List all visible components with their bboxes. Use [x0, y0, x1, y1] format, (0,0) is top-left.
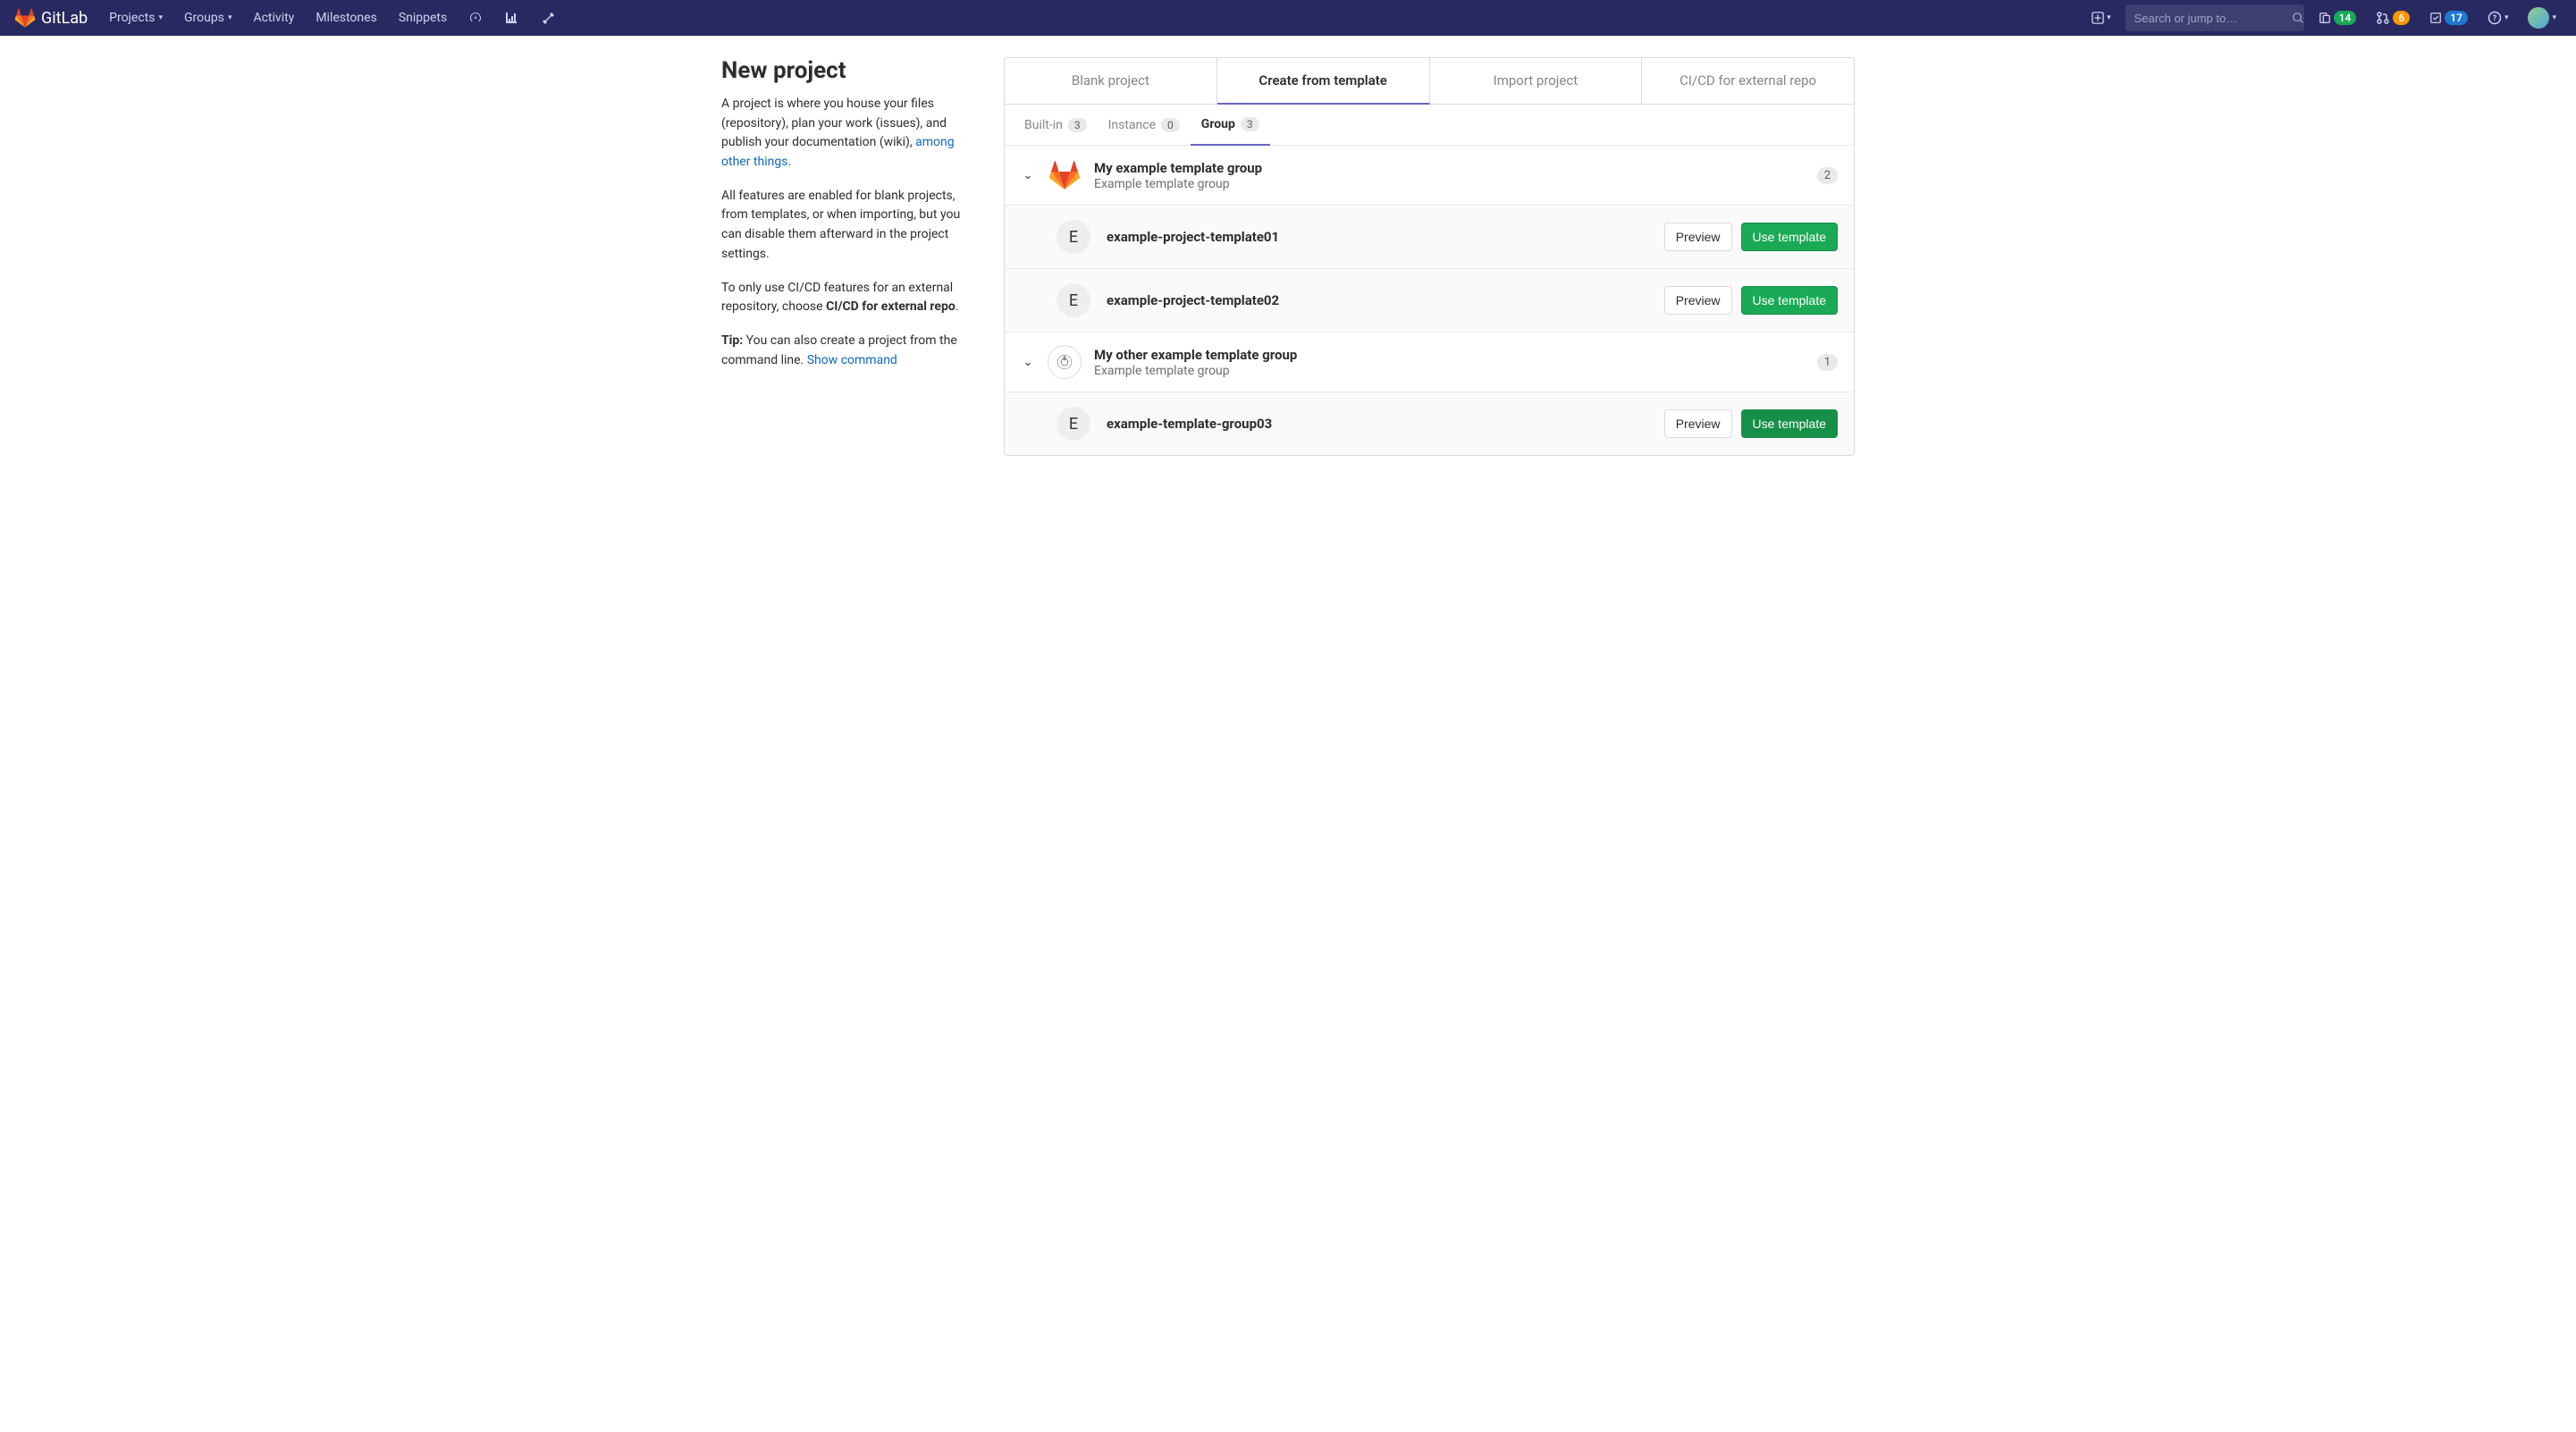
desc-paragraph-2: All features are enabled for blank proje… [721, 187, 981, 265]
subtab-group-count: 3 [1241, 117, 1259, 131]
chevron-down-icon[interactable]: ⌄ [1021, 356, 1035, 369]
nav-snippets-label: Snippets [399, 11, 447, 25]
template-name: example-project-template01 [1107, 229, 1648, 245]
template-actions: Preview Use template [1664, 286, 1838, 315]
search-box[interactable] [2126, 4, 2304, 31]
template-avatar: E [1056, 407, 1090, 441]
group-header[interactable]: ⌄ My other example template groupExample … [1005, 333, 1854, 392]
group-count: 1 [1817, 354, 1838, 371]
desc-paragraph-3: To only use CI/CD features for an extern… [721, 279, 981, 317]
subtab-instance-count: 0 [1161, 118, 1180, 132]
tip-strong: Tip: [721, 333, 743, 348]
search-icon [2292, 12, 2304, 24]
group-title: My example template group [1094, 160, 1805, 176]
nav-snippets[interactable]: Snippets [390, 5, 456, 30]
group-subtitle: Example template group [1094, 177, 1805, 191]
group-header[interactable]: ⌄ My example template groupExample templa… [1005, 146, 1854, 206]
main-panel: Blank project Create from template Impor… [1004, 57, 1855, 456]
sidebar-description: New project A project is where you house… [721, 57, 981, 456]
nav-groups[interactable]: Groups ▾ [175, 5, 240, 30]
nav-projects-label: Projects [109, 11, 155, 25]
desc-paragraph-4: Tip: You can also create a project from … [721, 332, 981, 370]
group-avatar [1048, 345, 1082, 379]
nav-todos-badge[interactable]: 17 [2424, 7, 2473, 29]
subtab-builtin[interactable]: Built-in 3 [1014, 105, 1098, 145]
group-subtitle: Example template group [1094, 364, 1805, 378]
page-title: New project [721, 57, 981, 84]
nav-activity[interactable]: Activity [244, 5, 303, 30]
template-avatar: E [1056, 283, 1090, 317]
nav-mr-badge[interactable]: 6 [2370, 7, 2415, 29]
group-titles: My example template groupExample templat… [1094, 160, 1805, 191]
subtab-instance[interactable]: Instance 0 [1098, 105, 1191, 145]
nav-admin-icon[interactable] [531, 5, 563, 30]
page-container: New project A project is where you house… [707, 36, 1869, 477]
show-command-link[interactable]: Show command [807, 353, 897, 367]
subtab-group-label: Group [1201, 117, 1235, 131]
chevron-down-icon: ▾ [2504, 13, 2509, 22]
template-row: Eexample-project-template01 Preview Use te… [1005, 206, 1854, 269]
preview-button[interactable]: Preview [1664, 223, 1732, 251]
user-avatar [2528, 7, 2549, 29]
gitlab-icon [14, 7, 36, 29]
group-title: My other example template group [1094, 347, 1805, 363]
text: A project is where you house your files … [721, 97, 947, 149]
chevron-down-icon: ▾ [2107, 13, 2111, 22]
nav-user-menu[interactable]: ▾ [2522, 4, 2562, 32]
nav-performance-icon[interactable] [459, 5, 492, 30]
tab-import-project[interactable]: Import project [1430, 58, 1643, 104]
tab-create-from-template[interactable]: Create from template [1217, 58, 1430, 105]
nav-groups-label: Groups [184, 11, 224, 25]
chevron-down-icon[interactable]: ⌄ [1021, 169, 1035, 182]
template-row: Eexample-project-template02 Preview Use te… [1005, 269, 1854, 333]
nav-activity-label: Activity [253, 11, 294, 25]
nav-help-button[interactable]: ? ▾ [2482, 7, 2514, 29]
navbar: GitLab Projects ▾ Groups ▾ Activity Mile… [0, 0, 2576, 36]
desc-paragraph-1: A project is where you house your files … [721, 95, 981, 173]
group-titles: My other example template groupExample t… [1094, 347, 1805, 378]
tab-blank-project[interactable]: Blank project [1005, 58, 1217, 104]
nav-milestones[interactable]: Milestones [307, 5, 386, 30]
svg-text:?: ? [2493, 14, 2497, 23]
template-name: example-project-template02 [1107, 292, 1648, 308]
use-template-button[interactable]: Use template [1741, 409, 1838, 438]
template-name: example-template-group03 [1107, 416, 1648, 432]
brand-text: GitLab [41, 9, 88, 28]
cicd-strong: CI/CD for external repo [826, 299, 955, 314]
chevron-down-icon: ▾ [2552, 13, 2556, 22]
subtab-builtin-count: 3 [1068, 118, 1087, 132]
nav-milestones-label: Milestones [316, 11, 377, 25]
subtabs-row: Built-in 3 Instance 0 Group 3 [1005, 105, 1854, 146]
subtab-instance-label: Instance [1108, 118, 1156, 132]
chevron-down-icon: ▾ [228, 13, 232, 22]
template-groups-list: ⌄My example template groupExample templa… [1005, 146, 1854, 455]
template-actions: Preview Use template [1664, 223, 1838, 251]
group-count: 2 [1817, 167, 1838, 184]
subtab-group[interactable]: Group 3 [1191, 105, 1270, 146]
tabs-row: Blank project Create from template Impor… [1005, 58, 1854, 105]
tab-cicd-external[interactable]: CI/CD for external repo [1642, 58, 1854, 104]
preview-button[interactable]: Preview [1664, 286, 1732, 315]
template-avatar: E [1056, 220, 1090, 254]
nav-projects[interactable]: Projects ▾ [100, 5, 172, 30]
gitlab-logo[interactable]: GitLab [14, 7, 88, 29]
mr-count: 6 [2393, 11, 2410, 25]
todos-count: 17 [2445, 11, 2468, 25]
template-actions: Preview Use template [1664, 409, 1838, 438]
subtab-builtin-label: Built-in [1024, 118, 1063, 132]
use-template-button[interactable]: Use template [1741, 223, 1838, 251]
nav-plus-button[interactable]: ▾ [2086, 8, 2117, 28]
chevron-down-icon: ▾ [158, 13, 163, 22]
text: . [955, 299, 959, 314]
issues-count: 14 [2334, 11, 2357, 25]
preview-button[interactable]: Preview [1664, 409, 1732, 438]
search-input[interactable] [2134, 12, 2292, 25]
use-template-button[interactable]: Use template [1741, 286, 1838, 315]
group-avatar [1048, 158, 1082, 192]
text: . [787, 155, 791, 169]
nav-analytics-icon[interactable] [495, 5, 527, 30]
nav-issues-badge[interactable]: 14 [2313, 7, 2362, 29]
template-row: Eexample-template-group03 Preview Use temp… [1005, 392, 1854, 455]
